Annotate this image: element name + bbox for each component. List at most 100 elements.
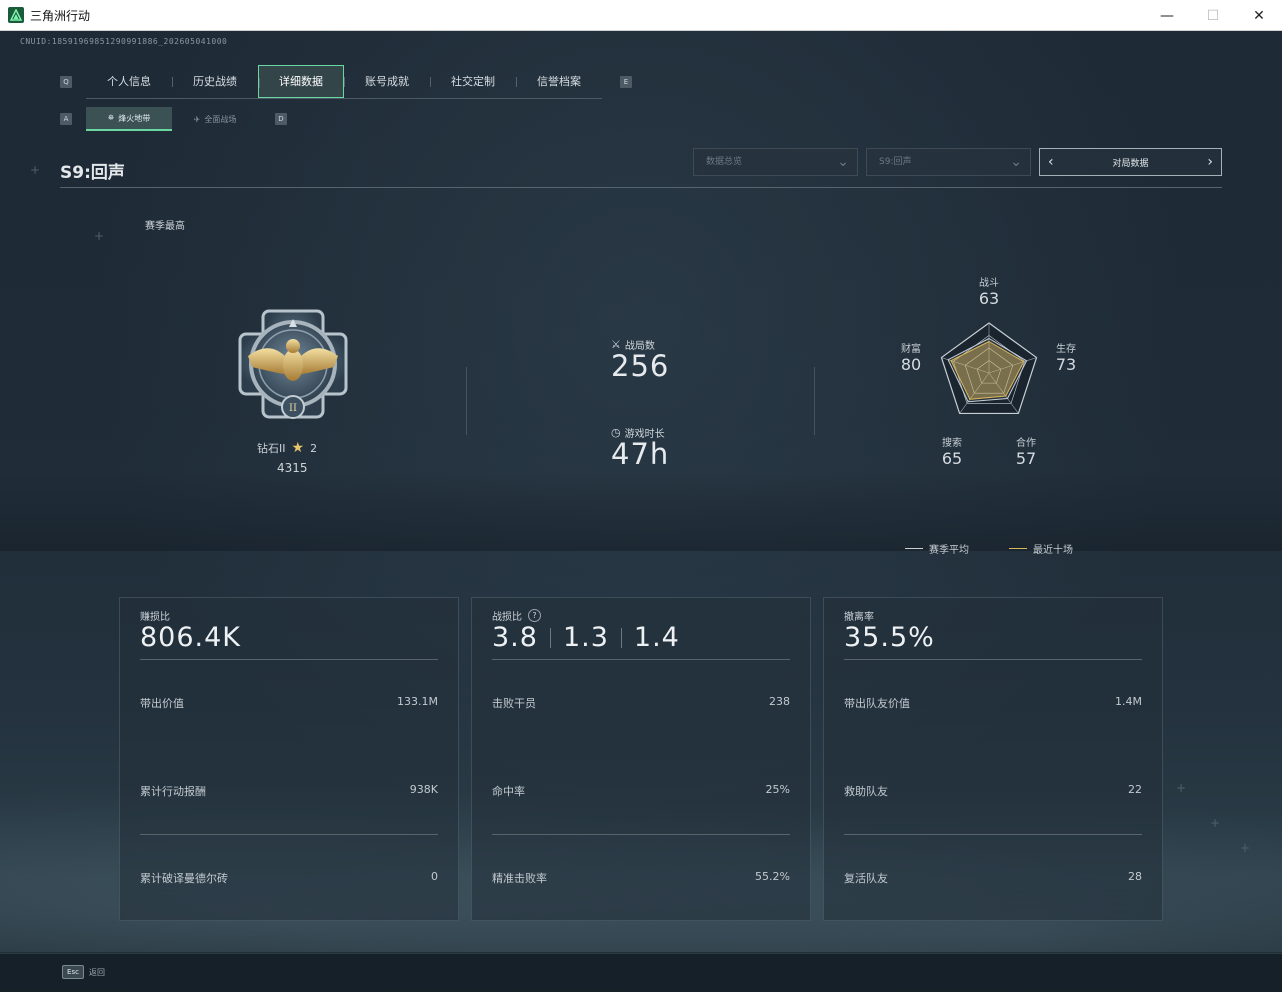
chevron-right-icon[interactable]: › <box>1207 154 1213 170</box>
operations-mode-icon: ⛯ <box>107 113 115 122</box>
row-label: 击败干员 <box>492 697 536 710</box>
radar-value-wealth: 80 <box>900 355 922 374</box>
rank-info: 钻石II ★ 2 <box>257 440 317 456</box>
kd-value: 1.3 <box>562 622 609 653</box>
tab-detailed-data[interactable]: 详细数据 <box>258 65 344 98</box>
tab-personal-info[interactable]: 个人信息 <box>86 65 172 98</box>
game-viewport: + + + + + CNUID:18591969851290991886_202… <box>0 31 1282 992</box>
row-label: 精准击败率 <box>492 872 547 885</box>
profit-row: 累计行动报酬 938K <box>140 783 438 799</box>
crosshair-decoration-icon: + <box>1240 841 1251 855</box>
row-value: 938K <box>409 783 438 796</box>
legend-recent-label: 最近十场 <box>1033 545 1073 556</box>
tab-next-key[interactable]: E <box>620 76 632 88</box>
subtab-warfare-label: 全面战场 <box>204 114 237 124</box>
panel-divider <box>492 834 790 835</box>
help-icon[interactable]: ? <box>528 609 541 622</box>
panel-divider <box>492 659 790 660</box>
radar-value-search: 65 <box>941 449 963 468</box>
row-value: 0 <box>431 870 438 883</box>
crosshair-decoration-icon: + <box>1210 816 1221 830</box>
esc-key: Esc <box>62 965 84 979</box>
row-value: 55.2% <box>755 870 790 883</box>
rank-score: 4315 <box>277 461 308 475</box>
extract-row: 带出队友价值 1.4M <box>844 695 1142 711</box>
radar-label-cooperation: 合作 <box>1016 438 1036 449</box>
close-button[interactable]: ✕ <box>1236 0 1282 31</box>
subtab-operations[interactable]: ⛯ 烽火地带 <box>86 107 172 131</box>
combat-row: 精准击败率 55.2% <box>492 870 790 886</box>
playtime-value: 47h <box>611 437 670 471</box>
rank-numeral: II <box>289 403 297 414</box>
legend-line-season <box>905 548 923 549</box>
background-silhouette <box>0 471 1282 551</box>
chevron-down-icon: ⌄ <box>837 154 849 170</box>
cnuid-text: CNUID:18591969851290991886_202605041000 <box>20 37 228 46</box>
chevron-left-icon[interactable]: ‹ <box>1048 154 1054 170</box>
combat-title: 战损比 ? <box>492 608 541 623</box>
row-label: 命中率 <box>492 785 525 798</box>
radar-chart <box>940 322 1038 415</box>
radar-label-wealth: 财富 <box>901 344 921 355</box>
tab-achievements[interactable]: 账号成就 <box>344 65 430 98</box>
row-label: 复活队友 <box>844 872 888 885</box>
app-logo-icon <box>8 7 24 23</box>
match-data-selector[interactable]: ‹ 对局数据 › <box>1039 148 1222 176</box>
panel-divider <box>844 659 1142 660</box>
row-label: 累计破译曼德尔砖 <box>140 872 228 885</box>
window-title: 三角洲行动 <box>30 8 91 23</box>
season-dropdown[interactable]: S9:回声 ⌄ <box>866 148 1031 176</box>
profit-row: 带出价值 133.1M <box>140 695 438 711</box>
extract-row: 救助队友 22 <box>844 783 1142 799</box>
crosshair-decoration-icon: + <box>94 229 105 243</box>
rank-stars: 2 <box>310 441 318 455</box>
profit-title: 赚损比 <box>140 612 170 623</box>
subtab-warfare[interactable]: ✈ 全面战场 <box>172 107 258 131</box>
legend-season-label: 赛季平均 <box>929 545 969 556</box>
combat-row: 命中率 25% <box>492 783 790 799</box>
profit-value: 806.4K <box>140 622 242 653</box>
matches-value: 256 <box>611 349 670 383</box>
value-separator <box>549 627 551 648</box>
row-value: 133.1M <box>397 695 438 708</box>
profit-panel: 赚损比 806.4K 带出价值 133.1M 累计行动报酬 938K 累计破译曼… <box>119 597 459 921</box>
crosshair-decoration-icon: + <box>1176 781 1187 795</box>
crosshair-decoration-icon: + <box>30 163 41 177</box>
match-data-label: 对局数据 <box>1112 158 1149 169</box>
maximize-button[interactable]: ☐ <box>1190 0 1236 31</box>
data-scope-dropdown[interactable]: 数据总览 ⌄ <box>693 148 858 176</box>
extract-row: 复活队友 28 <box>844 870 1142 886</box>
subtab-operations-label: 烽火地带 <box>118 113 151 123</box>
row-value: 25% <box>765 783 790 796</box>
kd-value: 1.4 <box>633 622 680 653</box>
radar-label-search: 搜索 <box>942 438 962 449</box>
subtab-prev-key[interactable]: A <box>60 113 72 125</box>
tab-prev-key[interactable]: Q <box>60 76 72 88</box>
legend-recent-ten: 最近十场 <box>1009 541 1073 556</box>
tab-social[interactable]: 社交定制 <box>430 65 516 98</box>
minimize-button[interactable]: — <box>1144 0 1190 31</box>
radar-value-cooperation: 57 <box>1015 449 1037 468</box>
header-divider <box>60 187 1222 188</box>
back-button[interactable]: Esc 返回 <box>62 965 105 979</box>
row-label: 带出队友价值 <box>844 697 910 710</box>
panel-divider <box>844 834 1142 835</box>
row-label: 救助队友 <box>844 785 888 798</box>
profit-row: 累计破译曼德尔砖 0 <box>140 870 438 886</box>
legend-line-recent <box>1009 548 1027 549</box>
value-separator <box>620 627 622 648</box>
kd-value: 3.8 <box>492 622 538 653</box>
tab-reputation[interactable]: 信誉档案 <box>516 65 602 98</box>
window-titlebar: 三角洲行动 — ☐ ✕ <box>0 0 1282 31</box>
season-best-label: 赛季最高 <box>145 221 185 232</box>
tab-history[interactable]: 历史战绩 <box>172 65 258 98</box>
season-title: S9:回声 <box>60 163 125 183</box>
mode-subtabs: ⛯ 烽火地带 ✈ 全面战场 <box>86 107 258 131</box>
combat-row: 击败干员 238 <box>492 695 790 711</box>
subtab-next-key[interactable]: D <box>275 113 287 125</box>
radar-value-combat: 63 <box>978 289 1000 308</box>
row-label: 带出价值 <box>140 697 184 710</box>
warfare-mode-icon: ✈ <box>193 114 201 124</box>
extract-title: 撤离率 <box>844 612 874 623</box>
season-dropdown-value: S9:回声 <box>879 157 912 167</box>
